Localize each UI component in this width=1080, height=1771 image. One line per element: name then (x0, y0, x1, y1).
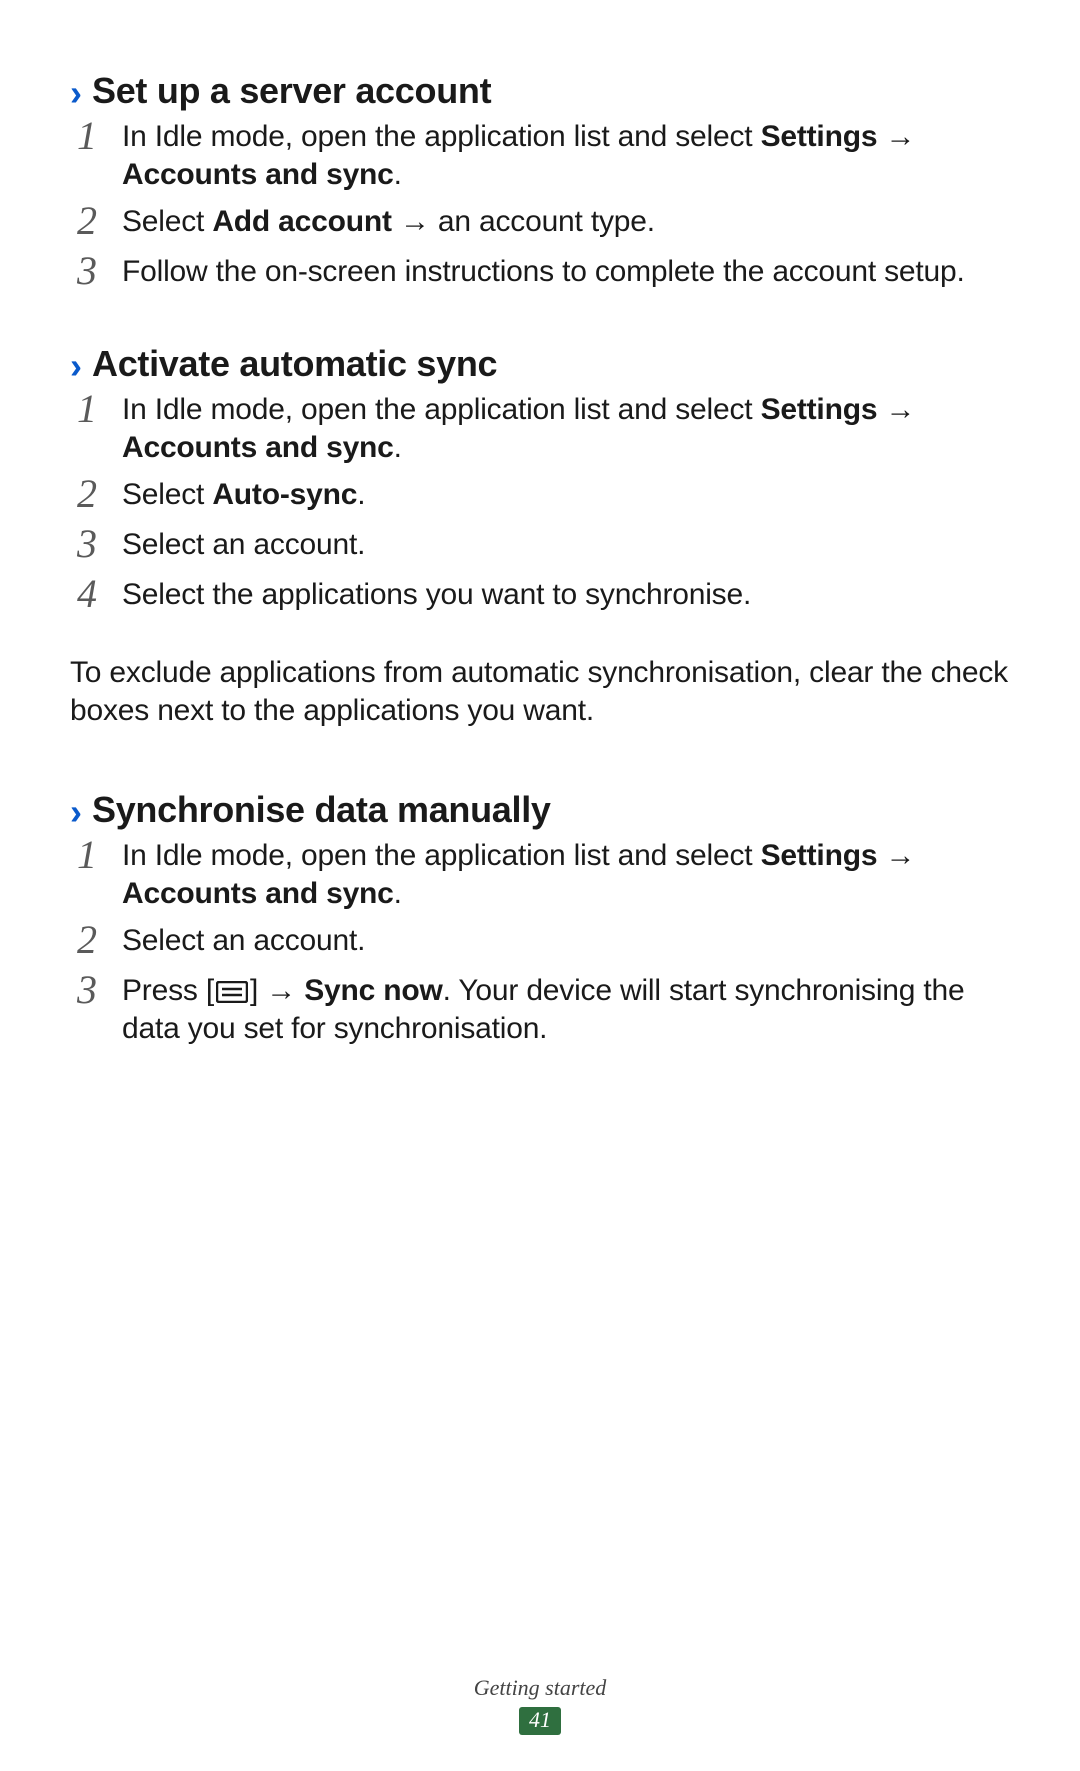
step-text: Follow the on-screen instructions to com… (122, 253, 965, 291)
step-text: Select an account. (122, 526, 365, 564)
list-item: 2 Select Add account → an account type. (70, 203, 1010, 243)
list-item: 3 Press [] → Sync now. Your device will s… (70, 972, 1010, 1047)
step-number: 1 (70, 389, 104, 429)
chevron-icon: › (70, 348, 82, 384)
section-title: Set up a server account (92, 70, 491, 112)
page-footer: Getting started 41 (0, 1675, 1080, 1735)
list-item: 3 Follow the on-screen instructions to co… (70, 253, 1010, 293)
manual-page: ›Set up a server account1In Idle mode, o… (0, 0, 1080, 1771)
step-number: 2 (70, 920, 104, 960)
step-number: 3 (70, 251, 104, 291)
chevron-icon: › (70, 794, 82, 830)
list-item: 2 Select Auto-sync. (70, 476, 1010, 516)
step-number: 2 (70, 474, 104, 514)
section-heading: › Set up a server account (70, 70, 1010, 112)
step-number: 4 (70, 574, 104, 614)
section-heading: › Activate automatic sync (70, 343, 1010, 385)
step-text: Select the applications you want to sync… (122, 576, 751, 614)
list-item: 1 In Idle mode, open the application list… (70, 118, 1010, 193)
list-item: 2 Select an account. (70, 922, 1010, 962)
step-number: 1 (70, 835, 104, 875)
section-title: Activate automatic sync (92, 343, 497, 385)
step-text: Select Auto-sync. (122, 476, 365, 514)
list-item: 4 Select the applications you want to syn… (70, 576, 1010, 616)
step-list: 1 In Idle mode, open the application list… (70, 118, 1010, 293)
step-text: In Idle mode, open the application list … (122, 118, 1010, 193)
step-text: Select an account. (122, 922, 365, 960)
step-number: 1 (70, 116, 104, 156)
section-title: Synchronise data manually (92, 789, 551, 831)
step-text: Select Add account → an account type. (122, 203, 655, 241)
footer-section-label: Getting started (0, 1675, 1080, 1701)
step-number: 3 (70, 524, 104, 564)
step-list: 1 In Idle mode, open the application list… (70, 391, 1010, 616)
page-number-badge: 41 (519, 1707, 561, 1735)
menu-icon (216, 981, 248, 1003)
step-number: 3 (70, 970, 104, 1010)
list-item: 3 Select an account. (70, 526, 1010, 566)
page-content: ›Set up a server account1In Idle mode, o… (70, 70, 1010, 1047)
step-text: Press [] → Sync now. Your device will st… (122, 972, 1010, 1047)
list-item: 1 In Idle mode, open the application list… (70, 837, 1010, 912)
body-paragraph: To exclude applications from automatic s… (70, 654, 1010, 729)
section-heading: › Synchronise data manually (70, 789, 1010, 831)
list-item: 1 In Idle mode, open the application list… (70, 391, 1010, 466)
step-list: 1 In Idle mode, open the application list… (70, 837, 1010, 1047)
step-number: 2 (70, 201, 104, 241)
step-text: In Idle mode, open the application list … (122, 391, 1010, 466)
step-text: In Idle mode, open the application list … (122, 837, 1010, 912)
chevron-icon: › (70, 75, 82, 111)
